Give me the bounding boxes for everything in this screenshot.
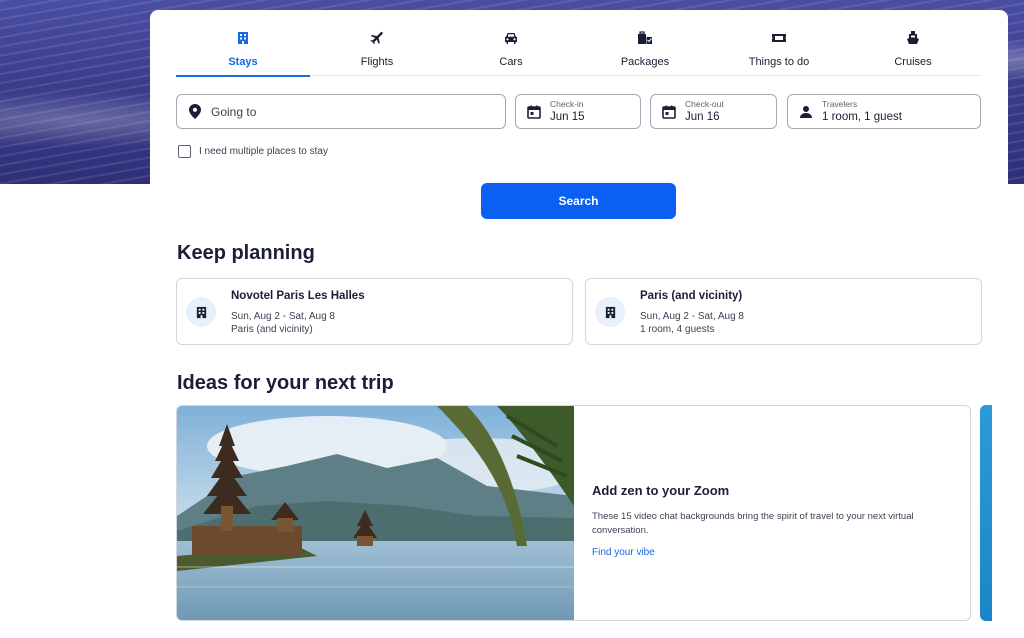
search-button[interactable]: Search	[481, 183, 676, 219]
travelers-field[interactable]: Travelers 1 room, 1 guest	[787, 94, 981, 129]
tab-packages[interactable]: Packages	[578, 24, 712, 76]
idea-card[interactable]: Add zen to your Zoom These 15 video chat…	[176, 405, 971, 621]
car-icon	[503, 30, 519, 46]
location-pin-icon	[187, 104, 203, 120]
hotel-icon	[595, 297, 625, 327]
travelers-label: Travelers	[822, 99, 858, 109]
idea-description: These 15 video chat backgrounds bring th…	[592, 511, 914, 536]
multiple-places-checkbox[interactable]	[178, 145, 191, 158]
checkin-label: Check-in	[550, 99, 584, 109]
checkout-field[interactable]: Check-out Jun 16	[650, 94, 777, 129]
tab-label: Packages	[620, 56, 670, 68]
hotel-icon	[186, 297, 216, 327]
keep-planning-card[interactable]: Paris (and vicinity) Sun, Aug 2 - Sat, A…	[585, 278, 982, 345]
tab-stays[interactable]: Stays	[176, 24, 310, 77]
tab-cars[interactable]: Cars	[444, 24, 578, 76]
person-icon	[798, 104, 814, 120]
bali-temple-image	[177, 406, 574, 620]
travelers-value: 1 room, 1 guest	[822, 110, 902, 123]
card-dates: Sun, Aug 2 - Sat, Aug 8	[231, 311, 335, 322]
tab-label: Cars	[499, 56, 523, 68]
checkout-label: Check-out	[685, 99, 724, 109]
ship-icon	[905, 30, 921, 46]
tab-label: Stays	[228, 56, 258, 68]
card-title: Paris (and vicinity)	[640, 290, 743, 302]
building-icon	[235, 30, 251, 46]
card-title: Novotel Paris Les Halles	[231, 290, 365, 302]
find-your-vibe-link[interactable]: Find your vibe	[592, 547, 655, 558]
multiple-places-row: I need multiple places to stay	[178, 145, 328, 158]
card-detail: 1 room, 4 guests	[640, 324, 715, 335]
packages-icon	[637, 30, 653, 46]
search-panel: Stays Flights Cars Packages Things to do	[150, 10, 1008, 238]
card-detail: Paris (and vicinity)	[231, 324, 313, 335]
card-dates: Sun, Aug 2 - Sat, Aug 8	[640, 311, 744, 322]
calendar-icon	[661, 104, 677, 120]
checkout-value: Jun 16	[685, 110, 720, 123]
tab-flights[interactable]: Flights	[310, 24, 444, 76]
product-tabs: Stays Flights Cars Packages Things to do	[176, 24, 980, 77]
checkin-value: Jun 15	[550, 110, 585, 123]
airplane-icon	[369, 30, 385, 46]
multiple-places-label[interactable]: I need multiple places to stay	[199, 146, 328, 157]
destination-field[interactable]: Going to	[176, 94, 506, 129]
checkin-field[interactable]: Check-in Jun 15	[515, 94, 641, 129]
ticket-icon	[771, 30, 787, 46]
calendar-icon	[526, 104, 542, 120]
tab-label: Flights	[360, 56, 394, 68]
keep-planning-card[interactable]: Novotel Paris Les Halles Sun, Aug 2 - Sa…	[176, 278, 573, 345]
idea-title: Add zen to your Zoom	[592, 483, 730, 498]
next-idea-card-peek[interactable]	[980, 405, 992, 621]
tab-label: Cruises	[894, 56, 932, 68]
destination-placeholder: Going to	[211, 104, 257, 119]
tab-things-to-do[interactable]: Things to do	[712, 24, 846, 76]
tab-label: Things to do	[748, 56, 810, 68]
ideas-title: Ideas for your next trip	[177, 372, 394, 394]
keep-planning-title: Keep planning	[177, 242, 315, 264]
tab-cruises[interactable]: Cruises	[846, 24, 980, 76]
